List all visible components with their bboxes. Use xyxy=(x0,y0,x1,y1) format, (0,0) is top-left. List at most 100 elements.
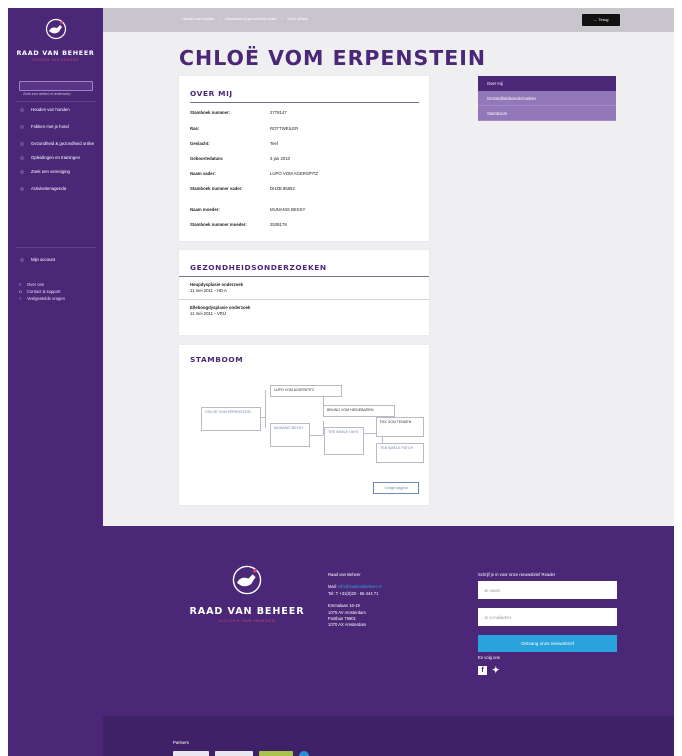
info-key: Stamboek nummer moeder: xyxy=(190,222,247,227)
headset-icon: Ω xyxy=(19,289,22,294)
breadcrumb-item[interactable]: Generaties & gezondheid online xyxy=(225,17,276,21)
previous-page-button[interactable]: Vorige pagina xyxy=(373,482,419,494)
twitter-icon[interactable]: ✦ xyxy=(492,666,500,675)
follow-label: En volg ons xyxy=(478,655,500,660)
sidebar-item-opleidingen[interactable]: Opleidingen en trainingen xyxy=(8,155,103,161)
heading-rule xyxy=(190,102,419,103)
pedigree-node-label: CHLOË VOM ERPENSTEIN xyxy=(205,410,251,414)
info-value: 3 jan 2010 xyxy=(270,156,291,161)
faq-label: Veelgestelde vragen xyxy=(27,296,65,301)
nav-divider xyxy=(16,247,96,248)
footer-contact: Raad van Beheer Mail: info@raadvanbeheer… xyxy=(328,572,381,629)
about-us-label: Over ons xyxy=(27,282,44,287)
pedigree-node-sire[interactable]: LUPO VOM AGERSPITZ xyxy=(270,385,342,397)
sidebar-item-houden-van-honden[interactable]: Houden van honden xyxy=(8,107,103,113)
mail-label: Mail: xyxy=(328,584,337,590)
breadcrumb-item[interactable]: Houden van honden xyxy=(182,17,214,21)
mail-link[interactable]: info@raadvanbeheer.nl xyxy=(338,584,381,589)
sidebar-item-vereniging[interactable]: Zoek een vereniging xyxy=(8,169,103,175)
sidebar-item-gezondheid[interactable]: Gezondheid & gezondheid online xyxy=(8,141,103,147)
info-value: 2539178 xyxy=(270,222,287,227)
sidebar-item-label: Fokken met je hond xyxy=(31,124,69,129)
subscribe-button[interactable]: Ontvang onze nieuwsbrief xyxy=(478,635,617,652)
dog-logo-icon xyxy=(45,18,66,40)
footer-address-line: 1070 AX Amsterdam xyxy=(328,622,367,628)
sidebar-item-agenda[interactable]: Activiteitenagenda xyxy=(8,186,103,192)
contact-link[interactable]: Ω Contact & support xyxy=(19,288,65,295)
partner-logo[interactable] xyxy=(215,751,253,756)
info-key: Naam moeder: xyxy=(190,207,220,212)
health-heading: GEZONDHEIDSONDERZOEKEN xyxy=(190,263,327,272)
exam-divider xyxy=(179,299,429,300)
info-key: Stamboek nummer: xyxy=(190,110,231,115)
newsletter-name-input[interactable] xyxy=(478,581,617,599)
info-key: Ras: xyxy=(190,126,200,131)
exam-item: Heupdysplasie onderzoek 11 mei 2011 - HD… xyxy=(190,282,243,294)
newsletter-email-input[interactable] xyxy=(478,608,617,626)
dog-logo-icon xyxy=(232,565,262,595)
info-value: MUNANIS BESSY xyxy=(270,207,306,212)
pedigree-node-dam[interactable]: MUNANIS BESSY xyxy=(270,423,310,447)
about-us-link[interactable]: ≡ Over ons xyxy=(19,281,65,288)
section-menu-over-mij[interactable]: Over mij xyxy=(478,76,616,91)
sidebar-logo[interactable]: RAAD VAN BEHEER HOUDEN VAN HONDEN xyxy=(8,18,103,62)
back-label: Terug xyxy=(598,17,609,22)
question-icon: ? xyxy=(19,296,22,301)
page-frame: RAAD VAN BEHEER HOUDEN VAN HONDEN Houden… xyxy=(8,8,674,756)
pedigree-heading: STAMBOOM xyxy=(190,355,244,364)
partner-logo[interactable] xyxy=(173,751,209,756)
facebook-icon[interactable]: f xyxy=(478,666,487,675)
footer-phone: Tel: T +31(0)20 - 66 444 71 xyxy=(328,590,379,596)
footer-mail-line: Mail: info@raadvanbeheer.nl xyxy=(328,584,381,590)
partner-logo[interactable] xyxy=(259,751,293,756)
pedigree-node-self[interactable]: CHLOË VOM ERPENSTEIN xyxy=(201,407,261,431)
pedigree-node-g3a[interactable]: FAX VON TENDEN xyxy=(376,417,424,437)
footer-logo[interactable]: RAAD VAN BEHEER HOUDEN VAN HONDEN xyxy=(187,564,307,623)
pedigree-node-sire-sire[interactable]: BRUNO VOM HEIDEBAREN xyxy=(323,405,395,417)
pedigree-node-dam-sire[interactable]: TEB WAELE VAYS xyxy=(324,427,364,455)
pedigree-node-g3b[interactable]: TEB WAELE PATCH xyxy=(376,443,424,463)
newsletter-form: Schrijf je in voor onze nieuwsbrief Read… xyxy=(478,572,618,675)
footer-brand-tagline: HOUDEN VAN HONDEN xyxy=(218,618,276,623)
info-value: DHZB 85852 xyxy=(270,186,295,191)
heading-rule xyxy=(179,276,429,277)
back-button[interactable]: ← Terug xyxy=(582,14,620,26)
footer: RAAD VAN BEHEER HOUDEN VAN HONDEN Raad v… xyxy=(103,526,674,716)
sidebar-item-fokken[interactable]: Fokken met je hond xyxy=(8,124,103,130)
pedigree-connector xyxy=(265,390,266,428)
social-links: f ✦ xyxy=(478,666,618,675)
nav-bullet-icon xyxy=(20,142,24,146)
pedigree-node-label: MUNANIS BESSY xyxy=(274,426,304,430)
nav-bullet-icon xyxy=(20,170,24,174)
sidebar-item-label: Gezondheid & gezondheid online xyxy=(31,141,95,146)
account-bullet-icon xyxy=(20,258,24,262)
section-menu: Over mij Gezondheidsonderzoeken Stamboom xyxy=(478,76,616,121)
pedigree-node-label: LUPO VOM AGERSPITZ xyxy=(274,388,315,392)
section-menu-stamboom[interactable]: Stamboom xyxy=(478,106,616,121)
info-key: Naam vader: xyxy=(190,171,216,176)
sidebar: RAAD VAN BEHEER HOUDEN VAN HONDEN Houden… xyxy=(8,8,103,756)
section-menu-gezondheid[interactable]: Gezondheidsonderzoeken xyxy=(478,91,616,106)
info-value: Teef xyxy=(270,141,279,146)
info-key: Stamboek nummer vader: xyxy=(190,186,243,191)
nav-bullet-icon xyxy=(20,156,24,160)
info-value: ROTTWEILER xyxy=(270,126,299,131)
about-card: OVER MIJ Stamboek nummer: 2778147 Ras: ROT… xyxy=(179,76,429,241)
contact-label: Contact & support xyxy=(27,289,61,294)
page-title: CHLOË VOM ERPENSTEIN xyxy=(179,46,487,70)
nav-bullet-icon xyxy=(20,187,24,191)
pedigree-node-label: FAX VON TENDEN xyxy=(380,420,412,424)
pedigree-card: STAMBOOM CHLOË VOM ERPENSTEIN LUPO VOM A… xyxy=(179,345,429,505)
faq-link[interactable]: ? Veelgestelde vragen xyxy=(19,295,65,302)
about-heading: OVER MIJ xyxy=(190,89,233,98)
info-key: Geslacht: xyxy=(190,141,210,146)
partners-label: Partners xyxy=(173,740,189,745)
sidebar-item-label: Zoek een vereniging xyxy=(31,169,70,174)
back-arrow-icon: ← xyxy=(593,17,598,22)
partner-logo[interactable] xyxy=(299,751,309,756)
sidebar-item-label: Opleidingen en trainingen xyxy=(31,155,80,160)
nav-bullet-icon xyxy=(20,108,24,112)
search-input[interactable] xyxy=(20,90,92,98)
breadcrumb-current: Hond details xyxy=(287,17,308,21)
my-account-link[interactable]: Mijn account xyxy=(31,257,55,262)
